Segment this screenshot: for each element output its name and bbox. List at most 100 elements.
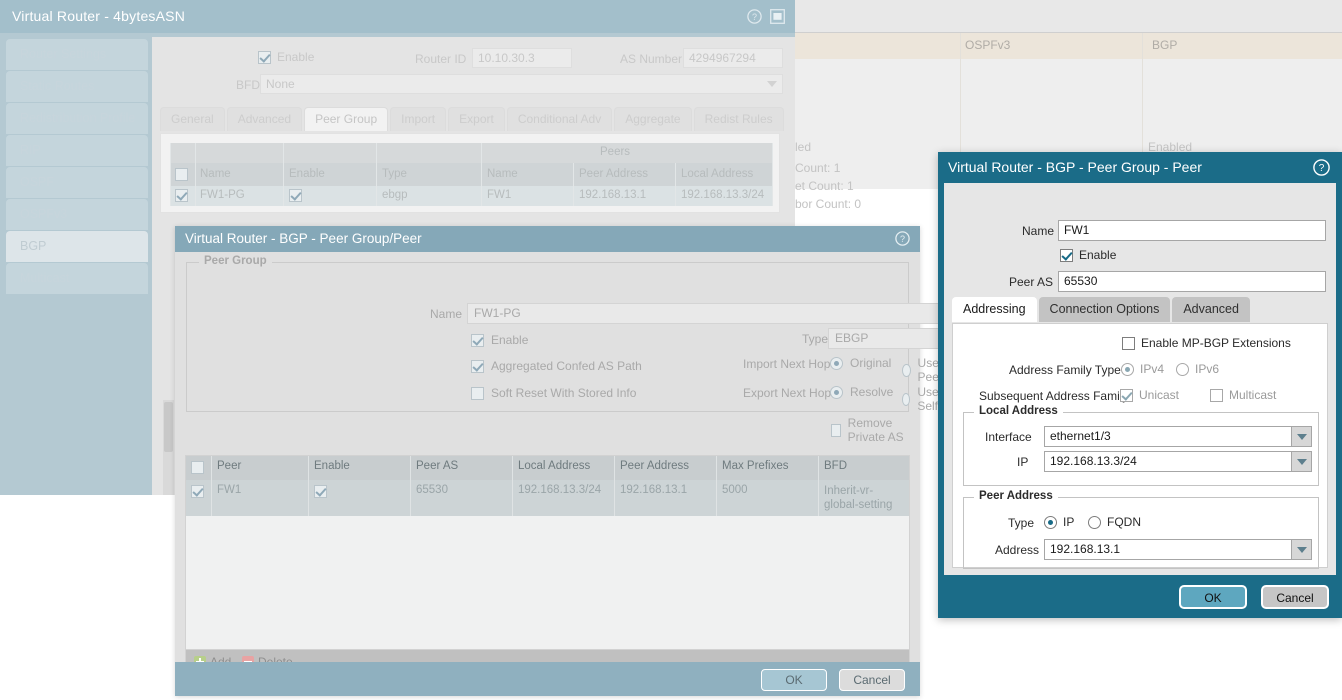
sidebar-item-rip[interactable]: RIP [6,135,148,166]
pg-import-original-radio[interactable] [830,357,843,370]
peer-dialog-body: Name FW1 Enable Peer AS 65530 Addressing… [944,183,1336,575]
tab-peer-group[interactable]: Peer Group [304,107,388,131]
pg-soft-reset-checkbox[interactable] [471,387,484,400]
sidebar-item-multicast[interactable]: Multicast [6,263,148,294]
row-select-checkbox[interactable] [175,189,188,202]
sidebar-item-redistribution-profile[interactable]: Redistribution Profile [6,103,148,134]
pg-export-use-self-radio[interactable] [902,393,910,406]
sidebar-item-ospfv3[interactable]: OSPFv3 [6,199,148,230]
router-id-field[interactable]: 10.10.30.3 [472,48,572,68]
col-local-address: Local Address [518,460,590,472]
tab-label: Redist Rules [705,112,773,126]
address-family-ipv6-radio[interactable] [1176,363,1189,376]
tab-aggregate[interactable]: Aggregate [614,107,691,131]
help-icon[interactable]: ? [747,9,762,24]
svg-text:?: ? [900,234,905,244]
pg-import-next-hop-label: Import Next Hop [743,357,830,371]
sidebar-item-ospf[interactable]: OSPF [6,167,148,198]
pg-import-original-option[interactable]: Original [830,356,891,370]
pg-name-label: Name [430,307,462,321]
help-icon[interactable]: ? [895,231,910,249]
chevron-down-icon [767,81,777,87]
sidebar-item-router-settings[interactable]: Router Settings [6,39,148,70]
as-number-field[interactable]: 4294967294 [683,48,783,68]
subsequent-unicast-checkbox[interactable] [1120,389,1133,402]
tab-addressing[interactable]: Addressing [952,297,1037,322]
background-toolbar [795,0,1342,33]
window-restore-icon[interactable] [770,9,785,24]
subsequent-unicast-option[interactable]: Unicast [1120,388,1179,402]
tab-advanced[interactable]: Advanced [1172,297,1250,322]
pg-export-resolve-radio[interactable] [830,386,843,399]
pg-aggregated-checkbox[interactable] [471,360,484,373]
address-family-ipv4-option[interactable]: IPv4 [1121,362,1164,376]
interface-select[interactable]: ethernet1/3 [1044,426,1312,447]
peer-as-input[interactable]: 65530 [1058,271,1326,292]
peer-address-select[interactable]: 192.168.13.1 [1044,539,1312,560]
subsequent-multicast-option[interactable]: Multicast [1210,388,1276,402]
virtual-router-titlebar: Virtual Router - 4bytesASN ? [0,0,795,33]
peer-select-all-checkbox[interactable] [191,461,204,474]
tab-advanced[interactable]: Advanced [227,107,302,131]
tab-export[interactable]: Export [448,107,505,131]
tab-general[interactable]: General [160,107,225,131]
peer-cancel-button[interactable]: Cancel [1261,585,1329,609]
mpbgp-checkbox[interactable] [1122,337,1135,350]
subsequent-multicast-checkbox[interactable] [1210,389,1223,402]
sidebar-item-label: Static Routes [20,79,94,93]
peer-enable-checkbox[interactable] [1060,249,1073,262]
chevron-down-icon[interactable] [1291,452,1311,471]
pg-enable-checkbox[interactable] [471,334,484,347]
background-stat-nbor-count: bor Count: 0 [795,197,861,211]
sidebar-item-label: BGP [20,239,46,253]
pg-type-label: Type [802,332,828,346]
pg-import-original-label: Original [850,356,891,370]
peer-group-dialog-footer: OK Cancel [175,662,920,696]
peer-address-type-ip-radio[interactable] [1044,516,1057,529]
peer-group-ok-button[interactable]: OK [761,669,827,691]
row-select-checkbox[interactable] [191,485,204,498]
tab-connection-options[interactable]: Connection Options [1039,297,1171,322]
col-enable: Enable [289,168,325,180]
address-family-ipv6-option[interactable]: IPv6 [1176,362,1219,376]
subsequent-multicast-label: Multicast [1229,388,1276,402]
cell-local-address: 192.168.13.3/24 [518,484,601,496]
tab-label: Advanced [1183,302,1239,316]
peer-group-cancel-button[interactable]: Cancel [839,669,905,691]
pg-soft-reset-row: Soft Reset With Stored Info [471,386,636,400]
tab-import[interactable]: Import [390,107,446,131]
pg-export-resolve-option[interactable]: Resolve [830,385,893,399]
cell-local-address: 192.168.13.3/24 [681,189,764,201]
bfd-select[interactable]: None [260,74,783,94]
chevron-down-icon[interactable] [1291,427,1311,446]
vertical-scrollbar[interactable] [163,400,174,495]
ip-value: 192.168.13.3/24 [1050,454,1137,468]
ip-select[interactable]: 192.168.13.3/24 [1044,451,1312,472]
peer-ok-button[interactable]: OK [1179,585,1247,609]
pg-remove-private-as-checkbox[interactable] [831,424,841,437]
peer-as-label: Peer AS [1009,275,1053,289]
peer-address-type-fqdn-radio[interactable] [1088,516,1101,529]
cell-enable-checkbox[interactable] [289,189,302,202]
pg-import-use-peer-radio[interactable] [902,364,911,377]
table-row[interactable]: FW1 65530 192.168.13.3/24 192.168.13.1 5… [186,480,909,516]
peer-name-input[interactable]: FW1 [1058,220,1326,241]
peer-name-label: Name [1022,224,1054,238]
table-row[interactable]: FW1-PG ebgp FW1 192.168.13.1 192.168.13.… [170,186,773,206]
peer-address-type-ip-option[interactable]: IP [1044,515,1074,529]
cell-bfd: Inherit-vr-global-setting [824,484,906,512]
vr-enable-checkbox[interactable] [258,51,271,64]
col-bfd: BFD [824,460,847,472]
select-all-checkbox[interactable] [175,168,188,181]
sidebar-item-bgp[interactable]: BGP [6,231,148,262]
help-icon[interactable]: ? [1313,159,1330,179]
tab-redist-rules[interactable]: Redist Rules [694,107,784,131]
chevron-down-icon[interactable] [1291,540,1311,559]
cell-enable-checkbox[interactable] [314,485,327,498]
peer-address-type-fqdn-option[interactable]: FQDN [1088,515,1141,529]
address-family-ipv4-radio[interactable] [1121,363,1134,376]
svg-text:?: ? [752,12,757,22]
sidebar-item-static-routes[interactable]: Static Routes [6,71,148,102]
col-peer-as: Peer AS [416,460,458,472]
tab-conditional-adv[interactable]: Conditional Adv [507,107,612,131]
